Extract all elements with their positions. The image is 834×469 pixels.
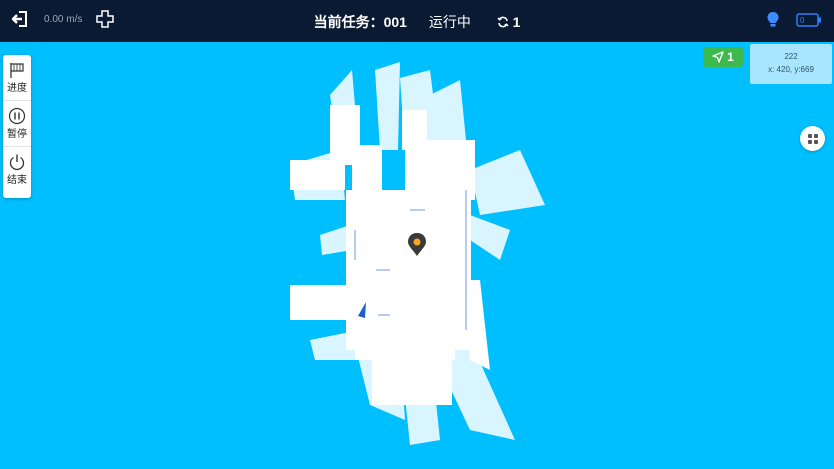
coordinate-panel: 222 x: 420, y:669 bbox=[750, 44, 832, 84]
loop-indicator: 1 bbox=[497, 14, 521, 30]
loop-icon bbox=[497, 16, 509, 28]
svg-text:0: 0 bbox=[800, 16, 805, 25]
run-status: 运行中 bbox=[428, 14, 471, 30]
power-icon bbox=[9, 154, 25, 171]
sidebar-item-progress[interactable]: 进度 bbox=[3, 55, 31, 100]
coordinate-text: x: 420, y:669 bbox=[768, 65, 814, 74]
sidebar-item-pause[interactable]: 暂停 bbox=[3, 100, 31, 146]
sidebar-item-end[interactable]: 结束 bbox=[3, 146, 31, 192]
battery-icon: 0 bbox=[796, 13, 821, 27]
coordinate-id: 222 bbox=[784, 52, 798, 61]
loop-count: 1 bbox=[512, 14, 521, 30]
nav-target-badge[interactable]: 1 bbox=[703, 47, 743, 67]
sidebar-label: 进度 bbox=[7, 83, 27, 94]
current-task: 当前任务：001 bbox=[313, 14, 407, 30]
nav-count: 1 bbox=[727, 50, 734, 64]
flag-icon bbox=[10, 63, 24, 78]
sidebar-label: 结束 bbox=[7, 175, 27, 186]
pause-icon bbox=[8, 107, 26, 125]
navigation-arrow-icon bbox=[712, 51, 724, 63]
top-bar: 0.00 m/s 当前任务：001 运行中 1 0 bbox=[0, 0, 834, 42]
light-icon[interactable] bbox=[766, 11, 780, 29]
sidebar-label: 暂停 bbox=[7, 129, 27, 140]
layers-button[interactable] bbox=[800, 126, 825, 151]
map-canvas[interactable] bbox=[0, 42, 834, 469]
task-status: 当前任务：001 运行中 1 bbox=[0, 12, 834, 32]
control-sidebar: 进度 暂停 结束 bbox=[3, 55, 31, 198]
grid-icon bbox=[807, 133, 818, 144]
